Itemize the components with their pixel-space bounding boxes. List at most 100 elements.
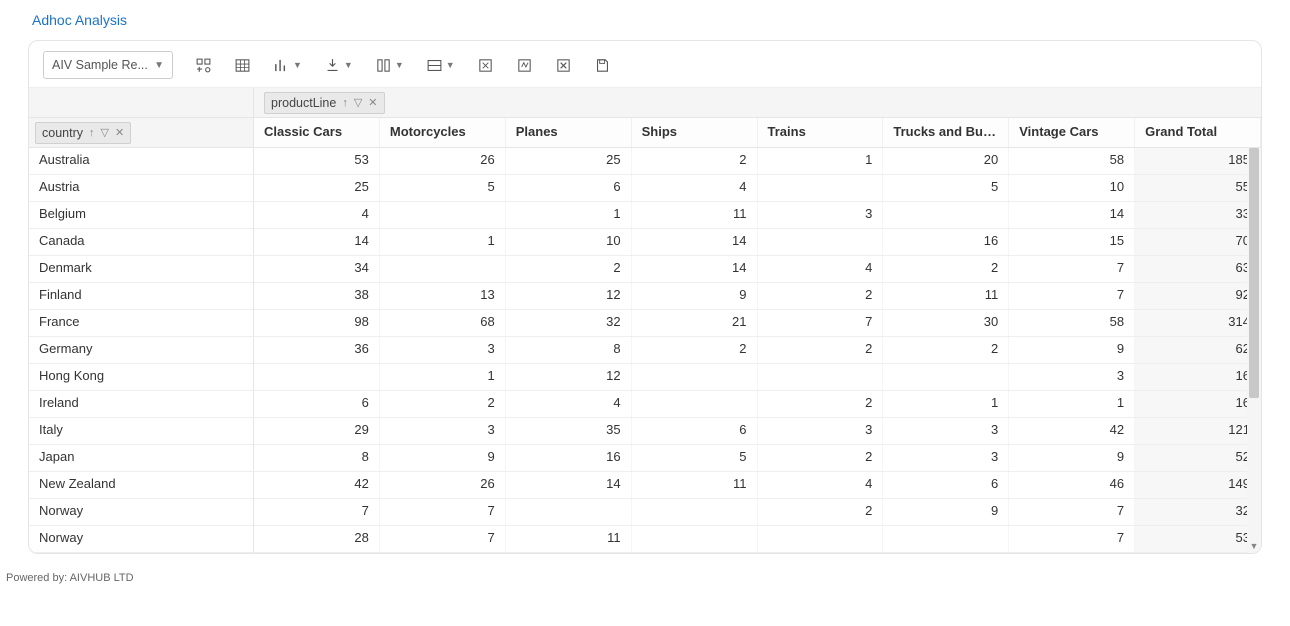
- data-cell[interactable]: 121: [1135, 418, 1261, 444]
- sort-asc-icon[interactable]: ↑: [89, 127, 95, 139]
- data-cell[interactable]: 5: [632, 445, 758, 471]
- data-cell[interactable]: [758, 526, 884, 552]
- data-cell[interactable]: 36: [254, 337, 380, 363]
- data-cell[interactable]: 28: [254, 526, 380, 552]
- data-cell[interactable]: 53: [1135, 526, 1261, 552]
- data-cell[interactable]: [758, 229, 884, 255]
- row-label[interactable]: Belgium: [29, 202, 254, 229]
- filter-icon[interactable]: ▽: [101, 126, 109, 139]
- data-cell[interactable]: [632, 526, 758, 552]
- data-cell[interactable]: [883, 526, 1009, 552]
- data-cell[interactable]: 16: [1135, 364, 1261, 390]
- data-cell[interactable]: [380, 256, 506, 282]
- data-cell[interactable]: 3: [1009, 364, 1135, 390]
- row-label[interactable]: Ireland: [29, 391, 254, 418]
- row-label[interactable]: Canada: [29, 229, 254, 256]
- data-cell[interactable]: 11: [883, 283, 1009, 309]
- data-cell[interactable]: 8: [506, 337, 632, 363]
- column-header[interactable]: Grand Total: [1135, 118, 1261, 147]
- data-cell[interactable]: [254, 364, 380, 390]
- table-button[interactable]: [234, 57, 251, 74]
- close-x-button[interactable]: [555, 57, 572, 74]
- data-cell[interactable]: 2: [632, 337, 758, 363]
- data-cell[interactable]: 26: [380, 148, 506, 174]
- data-cell[interactable]: 92: [1135, 283, 1261, 309]
- row-label[interactable]: Italy: [29, 418, 254, 445]
- data-cell[interactable]: 7: [380, 499, 506, 525]
- data-cell[interactable]: 185: [1135, 148, 1261, 174]
- data-cell[interactable]: 62: [1135, 337, 1261, 363]
- data-cell[interactable]: 11: [632, 202, 758, 228]
- data-cell[interactable]: [632, 391, 758, 417]
- data-cell[interactable]: 32: [1135, 499, 1261, 525]
- data-cell[interactable]: 1: [883, 391, 1009, 417]
- data-cell[interactable]: 29: [254, 418, 380, 444]
- row-label[interactable]: Japan: [29, 445, 254, 472]
- filter-icon[interactable]: ▽: [354, 96, 362, 109]
- data-cell[interactable]: 7: [1009, 283, 1135, 309]
- data-cell[interactable]: [506, 499, 632, 525]
- data-cell[interactable]: 2: [758, 499, 884, 525]
- data-cell[interactable]: 16: [1135, 391, 1261, 417]
- row-label[interactable]: Norway: [29, 499, 254, 526]
- data-cell[interactable]: 32: [506, 310, 632, 336]
- data-cell[interactable]: [883, 202, 1009, 228]
- column-header[interactable]: Planes: [506, 118, 632, 147]
- data-cell[interactable]: 7: [254, 499, 380, 525]
- data-cell[interactable]: 4: [506, 391, 632, 417]
- datasource-select[interactable]: AIV Sample Re... ▼: [43, 51, 173, 79]
- data-cell[interactable]: 1: [758, 148, 884, 174]
- data-cell[interactable]: 14: [632, 229, 758, 255]
- data-cell[interactable]: 1: [380, 229, 506, 255]
- subtotal-button[interactable]: ▼: [375, 57, 404, 74]
- data-cell[interactable]: 2: [758, 283, 884, 309]
- column-field-chip[interactable]: productLine ↑ ▽ ✕: [264, 92, 385, 114]
- data-cell[interactable]: 5: [380, 175, 506, 201]
- data-cell[interactable]: 52: [1135, 445, 1261, 471]
- data-cell[interactable]: 46: [1009, 472, 1135, 498]
- data-cell[interactable]: 4: [758, 256, 884, 282]
- data-cell[interactable]: 63: [1135, 256, 1261, 282]
- data-cell[interactable]: 4: [254, 202, 380, 228]
- data-cell[interactable]: 9: [1009, 445, 1135, 471]
- data-cell[interactable]: 53: [254, 148, 380, 174]
- data-cell[interactable]: 14: [632, 256, 758, 282]
- data-cell[interactable]: 2: [632, 148, 758, 174]
- data-cell[interactable]: 8: [254, 445, 380, 471]
- data-cell[interactable]: 25: [506, 148, 632, 174]
- data-cell[interactable]: 42: [254, 472, 380, 498]
- row-label[interactable]: New Zealand: [29, 472, 254, 499]
- data-cell[interactable]: 20: [883, 148, 1009, 174]
- data-cell[interactable]: 1: [506, 202, 632, 228]
- data-cell[interactable]: 26: [380, 472, 506, 498]
- row-label[interactable]: Norway: [29, 526, 254, 553]
- column-header[interactable]: Classic Cars: [254, 118, 380, 147]
- data-cell[interactable]: 314: [1135, 310, 1261, 336]
- data-cell[interactable]: 34: [254, 256, 380, 282]
- column-header[interactable]: Vintage Cars: [1009, 118, 1135, 147]
- data-cell[interactable]: 42: [1009, 418, 1135, 444]
- data-cell[interactable]: 7: [1009, 499, 1135, 525]
- data-cell[interactable]: 2: [758, 445, 884, 471]
- data-cell[interactable]: 12: [506, 364, 632, 390]
- data-cell[interactable]: 5: [883, 175, 1009, 201]
- row-field-chip[interactable]: country ↑ ▽ ✕: [35, 122, 131, 144]
- column-header[interactable]: Ships: [632, 118, 758, 147]
- data-cell[interactable]: 21: [632, 310, 758, 336]
- filter-zone[interactable]: [29, 88, 254, 118]
- data-cell[interactable]: 10: [506, 229, 632, 255]
- data-cell[interactable]: 3: [883, 418, 1009, 444]
- data-cell[interactable]: 7: [758, 310, 884, 336]
- remove-icon[interactable]: ✕: [368, 96, 377, 109]
- data-cell[interactable]: 2: [883, 337, 1009, 363]
- data-cell[interactable]: 10: [1009, 175, 1135, 201]
- row-label[interactable]: Denmark: [29, 256, 254, 283]
- data-cell[interactable]: 3: [758, 418, 884, 444]
- data-cell[interactable]: 33: [1135, 202, 1261, 228]
- data-cell[interactable]: 14: [254, 229, 380, 255]
- data-cell[interactable]: 6: [254, 391, 380, 417]
- data-cell[interactable]: 11: [506, 526, 632, 552]
- remove-icon[interactable]: ✕: [115, 126, 124, 139]
- data-cell[interactable]: 2: [758, 391, 884, 417]
- data-cell[interactable]: 7: [1009, 526, 1135, 552]
